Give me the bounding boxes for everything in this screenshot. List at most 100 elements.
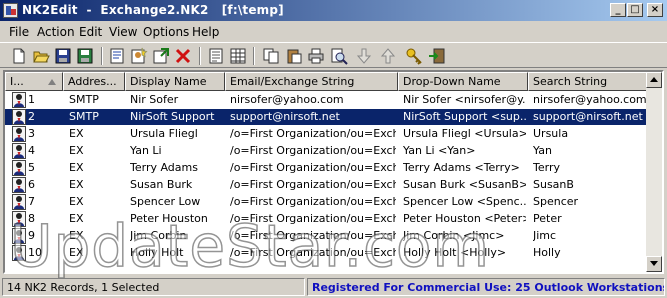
- cell-index: 9: [28, 229, 35, 242]
- toolbar-separator: [253, 47, 255, 65]
- scroll-down-button[interactable]: [646, 256, 662, 272]
- cell-email: /o=First Organization/ou=Exch...: [230, 195, 396, 208]
- contact-icon: [12, 109, 26, 125]
- cell-dropdown-name: Yan Li <Yan>: [403, 144, 476, 157]
- status-registration: Registered For Commercial Use: 25 Outloo…: [307, 278, 665, 296]
- save-as-icon[interactable]: [76, 47, 94, 65]
- cell-dropdown-name: Ursula Fliegl <Ursula>: [403, 127, 526, 140]
- column-header-dropdown-name[interactable]: Drop-Down Name: [398, 72, 528, 91]
- key-icon[interactable]: [405, 47, 423, 65]
- maximize-button[interactable]: □: [627, 3, 643, 17]
- cell-address-type: SMTP: [69, 93, 99, 106]
- cell-index: 2: [28, 110, 35, 123]
- cell-search-string: Peter: [533, 212, 562, 225]
- cell-dropdown-name: NirSoft Support <sup...: [403, 110, 526, 123]
- move-up-icon[interactable]: [379, 47, 397, 65]
- list-header: I... Addres... Display Name Email/Exchan…: [5, 72, 650, 91]
- move-down-icon[interactable]: [355, 47, 373, 65]
- cell-search-string: Holly: [533, 246, 561, 259]
- cell-index: 1: [28, 93, 35, 106]
- cell-index: 7: [28, 195, 35, 208]
- contact-icon: [12, 228, 26, 244]
- table-row[interactable]: 4 EX Yan Li/o=First Organization/ou=Exch..…: [5, 143, 650, 159]
- cell-search-string: Yan: [533, 144, 552, 157]
- table-row[interactable]: 1 SMTP Nir Sofer nirsofer@yahoo.com Nir Sofe…: [5, 92, 650, 108]
- window-title: NK2Edit - Exchange2.NK2 [f:\temp]: [22, 3, 284, 17]
- toolbar-separator: [199, 47, 201, 65]
- title-bar[interactable]: NK2Edit - Exchange2.NK2 [f:\temp] _ □ ×: [0, 0, 667, 21]
- cell-address-type: EX: [69, 127, 84, 140]
- column-header-index[interactable]: I...: [5, 72, 63, 91]
- minimize-button[interactable]: _: [610, 3, 626, 17]
- column-header-display-name[interactable]: Display Name: [125, 72, 225, 91]
- grid-view-icon[interactable]: [229, 47, 247, 65]
- table-row[interactable]: 2 SMTP NirSoft Support support@nirsoft.net N…: [5, 109, 650, 125]
- table-row[interactable]: 10 EX Holly Holt/o=First Organization/ou=E…: [5, 245, 650, 261]
- table-row[interactable]: 6 EX Susan Burk/o=First Organization/ou=Ex…: [5, 177, 650, 193]
- cell-index: 10: [28, 246, 42, 259]
- cell-display-name: Spencer Low: [130, 195, 201, 208]
- table-row[interactable]: 7 EX Spencer Low/o=First Organization/ou=E…: [5, 194, 650, 210]
- open-folder-icon[interactable]: [32, 47, 50, 65]
- contact-icon: [12, 194, 26, 210]
- cell-email: /o=First Organization/ou=Exch...: [230, 229, 396, 242]
- menu-view[interactable]: View: [109, 25, 137, 39]
- cell-dropdown-name: Spencer Low <Spenc...: [403, 195, 526, 208]
- cell-address-type: EX: [69, 229, 84, 242]
- cell-display-name: Nir Sofer: [130, 93, 179, 106]
- contacts-list[interactable]: I... Addres... Display Name Email/Exchan…: [3, 70, 664, 274]
- menu-help[interactable]: Help: [192, 25, 219, 39]
- cell-address-type: EX: [69, 144, 84, 157]
- delete-icon[interactable]: [174, 47, 192, 65]
- cell-search-string: Terry: [533, 161, 560, 174]
- cell-address-type: EX: [69, 246, 84, 259]
- close-button[interactable]: ×: [647, 3, 663, 17]
- app-icon[interactable]: [3, 3, 18, 18]
- cell-email: nirsofer@yahoo.com: [230, 93, 344, 106]
- menu-file[interactable]: File: [9, 25, 29, 39]
- vertical-scrollbar[interactable]: [646, 72, 662, 272]
- html-report-icon[interactable]: [207, 47, 225, 65]
- contact-icon: [12, 245, 26, 261]
- column-header-address-type[interactable]: Addres...: [63, 72, 125, 91]
- cell-email: /o=First Organization/ou=Exch...: [230, 161, 396, 174]
- cell-address-type: EX: [69, 178, 84, 191]
- table-row[interactable]: 3 EX Ursula Fliegl/o=First Organization/ou…: [5, 126, 650, 142]
- new-file-icon[interactable]: [10, 47, 28, 65]
- menu-bar: File Action Edit View Options Help: [0, 22, 667, 42]
- cell-index: 4: [28, 144, 35, 157]
- table-row[interactable]: 5 EX Terry Adams/o=First Organization/ou=E…: [5, 160, 650, 176]
- cell-email: support@nirsoft.net: [230, 110, 340, 123]
- copy-icon[interactable]: [262, 47, 280, 65]
- cell-dropdown-name: Holly Holt <Holly>: [403, 246, 507, 259]
- status-records: 14 NK2 Records, 1 Selected: [2, 278, 305, 296]
- paste-icon[interactable]: [285, 47, 303, 65]
- cell-display-name: Ursula Fliegl: [130, 127, 198, 140]
- properties-icon[interactable]: [108, 47, 126, 65]
- menu-options[interactable]: Options: [143, 25, 189, 39]
- cell-display-name: Holly Holt: [130, 246, 184, 259]
- cell-display-name: Jim Corbin: [130, 229, 187, 242]
- find-icon[interactable]: [330, 47, 348, 65]
- column-header-email[interactable]: Email/Exchange String: [225, 72, 398, 91]
- cell-display-name: Peter Houston: [130, 212, 208, 225]
- save-icon[interactable]: [54, 47, 72, 65]
- exit-icon[interactable]: [428, 47, 446, 65]
- cell-address-type: EX: [69, 195, 84, 208]
- menu-action[interactable]: Action: [37, 25, 75, 39]
- add-contact-icon[interactable]: [130, 47, 148, 65]
- cell-email: /o=First Organization/ou=Exch...: [230, 144, 396, 157]
- cell-display-name: Susan Burk: [130, 178, 193, 191]
- export-icon[interactable]: [152, 47, 170, 65]
- menu-edit[interactable]: Edit: [79, 25, 102, 39]
- cell-address-type: EX: [69, 212, 84, 225]
- table-row[interactable]: 8 EX Peter Houston/o=First Organization/ou…: [5, 211, 650, 227]
- cell-search-string: nirsofer@yahoo.com: [533, 93, 647, 106]
- print-icon[interactable]: [307, 47, 325, 65]
- column-header-search-string[interactable]: Search String: [528, 72, 650, 91]
- table-row[interactable]: 9 EX Jim Corbin/o=First Organization/ou=Ex…: [5, 228, 650, 244]
- scroll-up-button[interactable]: [646, 72, 662, 88]
- cell-display-name: Terry Adams: [130, 161, 198, 174]
- contact-icon: [12, 177, 26, 193]
- cell-index: 3: [28, 127, 35, 140]
